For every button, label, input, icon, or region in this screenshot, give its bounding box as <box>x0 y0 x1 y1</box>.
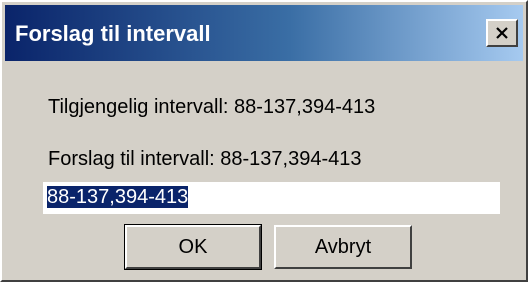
interval-input-value: 88-137,394-413 <box>47 186 189 208</box>
suggested-interval-label: Forslag til intervall: 88-137,394-413 <box>48 148 362 170</box>
interval-input[interactable]: 88-137,394-413 <box>43 182 500 214</box>
window-title: Forslag til intervall <box>15 21 211 46</box>
close-button[interactable] <box>486 19 518 47</box>
available-interval-label: Tilgjengelig intervall: 88-137,394-413 <box>48 96 376 118</box>
ok-button[interactable]: OK <box>124 224 262 270</box>
close-icon <box>496 27 508 39</box>
cancel-button[interactable]: Avbryt <box>274 225 412 269</box>
dialog-window: Forslag til intervall Tilgjengelig inter… <box>0 0 528 282</box>
title-bar[interactable]: Forslag til intervall <box>5 5 523 61</box>
